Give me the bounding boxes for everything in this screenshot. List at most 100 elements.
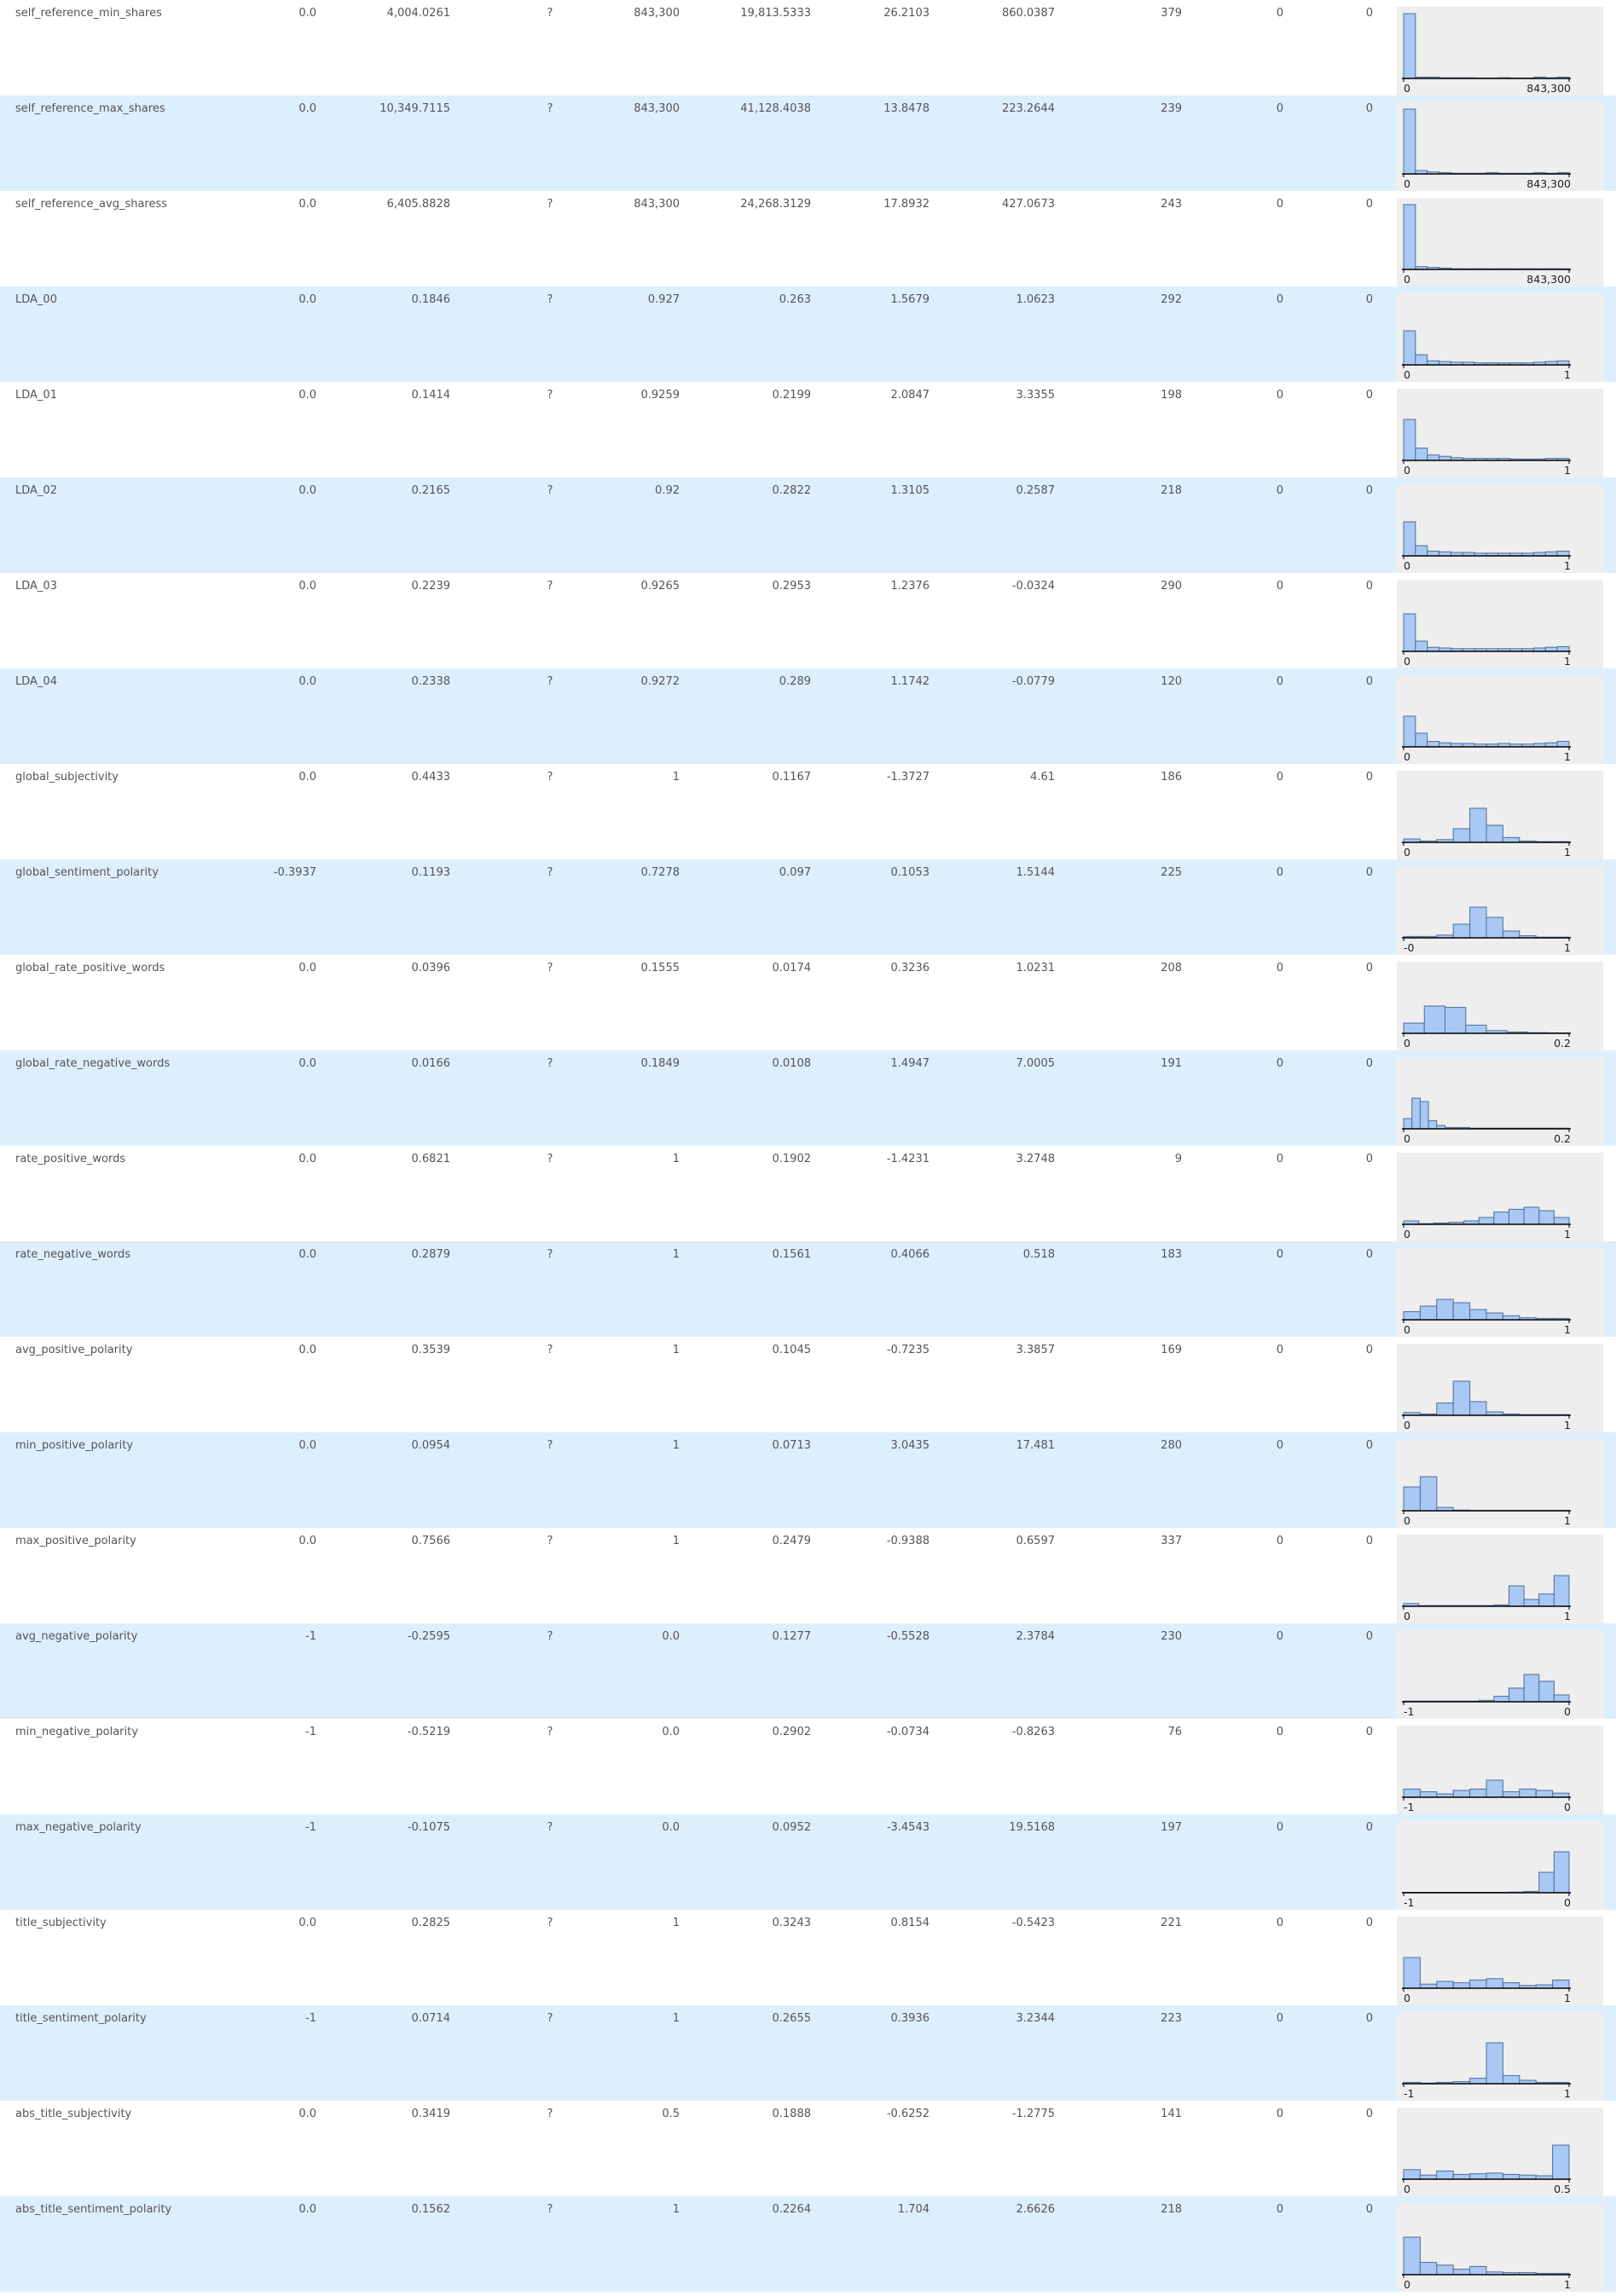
- histogram-chart: 01: [1397, 293, 1603, 382]
- zero-count-cell: 0: [1365, 2203, 1373, 2216]
- histogram-bar: [1439, 742, 1451, 748]
- max-cell: 1: [672, 1439, 680, 1452]
- max-cell: 0.1555: [640, 962, 681, 974]
- table-row[interactable]: avg_negative_polarity -1 -0.2595? 0.0 0.1277…: [0, 1623, 1616, 1719]
- kurtosis-cell: 3.2344: [1016, 2012, 1056, 2025]
- skewness-cell: 1.704: [897, 2203, 930, 2216]
- histogram-background: [1397, 771, 1603, 859]
- histogram-bar: [1502, 1982, 1520, 1989]
- table-row[interactable]: LDA_00 0.0 0.1846? 0.927 0.263 1.5679 1.0623 29…: [0, 286, 1616, 382]
- table-row[interactable]: LDA_01 0.0 0.1414? 0.9259 0.2199 2.0847 3.3355…: [0, 382, 1616, 477]
- table-row[interactable]: title_sentiment_polarity -1 0.0714? 1 0.2655…: [0, 2005, 1616, 2101]
- histogram-max-label: 1: [1564, 1610, 1571, 1622]
- zero-count-cell: 0: [1365, 675, 1373, 688]
- histogram-bar: [1419, 1476, 1438, 1512]
- histogram-bar: [1403, 1118, 1413, 1130]
- histogram-chart: 0 0.5: [1397, 2108, 1603, 2196]
- unique-count-cell: 221: [1161, 1917, 1182, 1929]
- table-row[interactable]: self_reference_min_shares 0.0 4,004.0261? 8…: [0, 0, 1616, 95]
- histogram-bar: [1427, 360, 1440, 366]
- skewness-cell: 0.8154: [890, 1917, 930, 1929]
- histogram-background: [1397, 389, 1603, 477]
- max-cell: 0.9265: [640, 580, 681, 593]
- unique-count-cell: 379: [1161, 7, 1182, 20]
- min-cell: -1: [305, 2012, 316, 2025]
- table-row[interactable]: LDA_03 0.0 0.2239? 0.9265 0.2953 1.2376 -0.032…: [0, 573, 1616, 668]
- mean-cell: -0.1075: [407, 1821, 450, 1834]
- histogram-max-label: 843,300: [1526, 273, 1571, 286]
- table-row[interactable]: global_sentiment_polarity -0.3937 0.1193? 0…: [0, 859, 1616, 955]
- unique-count-cell: 292: [1161, 293, 1182, 306]
- max-cell: 1: [672, 1153, 680, 1165]
- median-cell: ?: [547, 1153, 553, 1165]
- histogram-bar: [1469, 1788, 1487, 1798]
- kurtosis-cell: 1.0231: [1016, 962, 1056, 974]
- histogram-background: [1397, 866, 1603, 955]
- histogram-chart: 01: [1397, 484, 1603, 573]
- kurtosis-cell: -0.8263: [1011, 1726, 1055, 1738]
- unique-count-cell: 337: [1161, 1535, 1182, 1547]
- table-row[interactable]: self_reference_avg_sharess 0.0 6,405.8828?…: [0, 191, 1616, 286]
- std-cell: 0.1561: [772, 1248, 812, 1261]
- table-row[interactable]: LDA_04 0.0 0.2338? 0.9272 0.289 1.1742 -0.0779…: [0, 668, 1616, 764]
- skewness-cell: -0.9388: [886, 1535, 930, 1547]
- feature-name-cell: min_negative_polarity: [15, 1726, 138, 1738]
- histogram-chart: 0 843,300: [1397, 102, 1603, 191]
- feature-name-cell: abs_title_sentiment_polarity: [15, 2203, 172, 2216]
- histogram-chart: 0 0.2: [1397, 962, 1603, 1050]
- table-row[interactable]: self_reference_max_shares 0.0 10,349.7115?…: [0, 95, 1616, 191]
- missing-count-cell: 0: [1276, 1153, 1283, 1165]
- histogram-bar: [1403, 108, 1416, 175]
- histogram-max-label: 1: [1564, 368, 1571, 381]
- min-cell: 0.0: [298, 1535, 316, 1547]
- histogram-bar: [1538, 1680, 1555, 1703]
- kurtosis-cell: 2.3784: [1016, 1630, 1056, 1643]
- zero-count-cell: 0: [1365, 1344, 1373, 1356]
- feature-name-cell: max_negative_polarity: [15, 1821, 142, 1834]
- distribution-histogram: 01: [1397, 1535, 1603, 1623]
- histogram-bar: [1427, 741, 1440, 748]
- feature-name-cell: avg_positive_polarity: [15, 1344, 133, 1356]
- skewness-cell: 2.0847: [890, 389, 930, 402]
- skewness-cell: 17.8932: [883, 198, 930, 211]
- histogram-min-label: 0: [1404, 273, 1410, 286]
- table-row[interactable]: LDA_02 0.0 0.2165? 0.92 0.2822 1.3105 0.2587 21…: [0, 477, 1616, 573]
- unique-count-cell: 208: [1161, 962, 1182, 974]
- min-cell: 0.0: [298, 580, 316, 593]
- table-row[interactable]: avg_positive_polarity 0.0 0.3539? 1 0.1045 -0…: [0, 1337, 1616, 1432]
- distribution-histogram: 01: [1397, 1153, 1603, 1241]
- mean-cell: 0.2338: [411, 675, 451, 688]
- histogram-chart: 01: [1397, 1248, 1603, 1337]
- skewness-cell: 0.3936: [890, 2012, 930, 2025]
- histogram-bar: [1452, 828, 1471, 843]
- zero-count-cell: 0: [1365, 1726, 1373, 1738]
- table-row[interactable]: max_negative_polarity -1 -0.1075? 0.0 0.0952…: [0, 1814, 1616, 1910]
- table-row[interactable]: rate_positive_words 0.0 0.6821? 1 0.1902 -1.4…: [0, 1146, 1616, 1241]
- table-row[interactable]: title_subjectivity 0.0 0.2825? 1 0.3243 0.815…: [0, 1910, 1616, 2005]
- distribution-histogram: 0 0.5: [1397, 2108, 1603, 2196]
- histogram-chart: 0 843,300: [1397, 198, 1603, 286]
- histogram-chart: -1 1: [1397, 2012, 1603, 2101]
- table-row[interactable]: min_positive_polarity 0.0 0.0954? 1 0.0713 3.…: [0, 1432, 1616, 1528]
- histogram-background: [1397, 1248, 1603, 1337]
- table-row[interactable]: rate_negative_words 0.0 0.2879? 1 0.1561 0.40…: [0, 1241, 1616, 1337]
- histogram-bar: [1452, 2269, 1471, 2276]
- unique-count-cell: 225: [1161, 866, 1182, 879]
- mean-cell: 0.2165: [411, 484, 451, 497]
- table-row[interactable]: global_subjectivity 0.0 0.4433? 1 0.1167 -1.3…: [0, 764, 1616, 859]
- histogram-bar: [1415, 545, 1428, 557]
- median-cell: ?: [547, 1344, 553, 1356]
- min-cell: -1: [305, 1726, 316, 1738]
- kurtosis-cell: 3.3355: [1016, 389, 1056, 402]
- table-row[interactable]: min_negative_polarity -1 -0.5219? 0.0 0.2902…: [0, 1719, 1616, 1814]
- table-row[interactable]: global_rate_negative_words 0.0 0.0166? 0.18…: [0, 1050, 1616, 1146]
- table-row[interactable]: abs_title_subjectivity 0.0 0.3419? 0.5 0.188…: [0, 2101, 1616, 2196]
- histogram-min-label: 0: [1404, 177, 1410, 190]
- table-row[interactable]: abs_title_sentiment_polarity 0.0 0.1562? 1 0…: [0, 2196, 1616, 2292]
- table-row[interactable]: global_rate_positive_words 0.0 0.0396? 0.15…: [0, 955, 1616, 1050]
- kurtosis-cell: -0.0779: [1011, 675, 1055, 688]
- missing-count-cell: 0: [1276, 7, 1283, 20]
- histogram-chart: 01: [1397, 675, 1603, 764]
- histogram-max-label: 0.2: [1554, 1037, 1571, 1050]
- table-row[interactable]: max_positive_polarity 0.0 0.7566? 1 0.2479 -0…: [0, 1528, 1616, 1623]
